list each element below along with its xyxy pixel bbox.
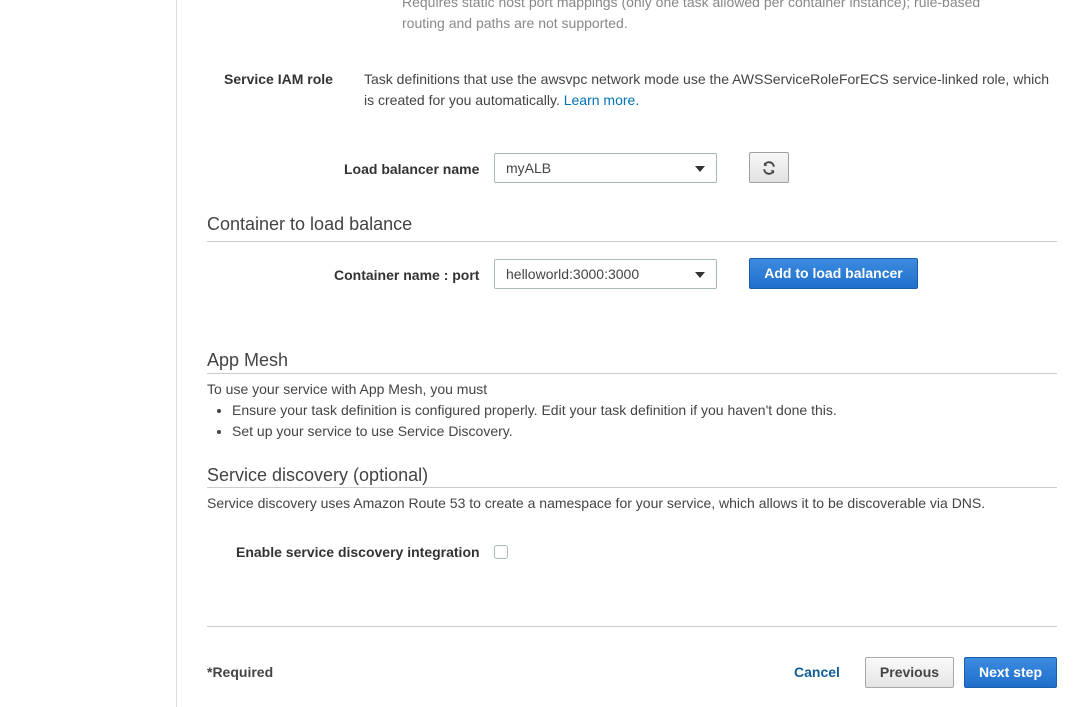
add-to-load-balancer-button[interactable]: Add to load balancer	[749, 258, 918, 289]
refresh-icon	[763, 160, 775, 175]
refresh-button[interactable]	[749, 152, 789, 183]
footer-divider	[207, 626, 1057, 627]
network-mode-note-line1: Requires static host port mappings (only…	[402, 0, 981, 10]
service-discovery-description: Service discovery uses Amazon Route 53 t…	[207, 495, 986, 511]
required-note: *Required	[207, 664, 274, 680]
learn-more-link[interactable]: Learn more.	[564, 92, 639, 108]
load-balancer-select[interactable]: myALB	[494, 153, 717, 183]
service-iam-role-description: Task definitions that use the awsvpc net…	[364, 69, 1054, 111]
app-mesh-requirement-item: Ensure your task definition is configure…	[232, 400, 837, 421]
cancel-button[interactable]: Cancel	[794, 664, 840, 680]
app-mesh-divider	[207, 373, 1057, 374]
service-iam-role-label: Service IAM role	[224, 71, 333, 87]
enable-service-discovery-label: Enable service discovery integration	[236, 544, 480, 560]
load-balancer-name-label: Load balancer name	[344, 161, 480, 177]
service-discovery-divider	[207, 487, 1057, 488]
service-discovery-title: Service discovery (optional)	[207, 465, 429, 485]
container-selected-value: helloworld:3000:3000	[506, 266, 640, 282]
next-step-button[interactable]: Next step	[964, 657, 1057, 688]
container-name-port-select[interactable]: helloworld:3000:3000	[494, 259, 717, 289]
left-sidebar	[0, 0, 177, 707]
chevron-down-icon	[695, 272, 705, 278]
network-mode-note: Requires static host port mappings (only…	[402, 0, 1042, 34]
app-mesh-requirement-item: Set up your service to use Service Disco…	[232, 421, 837, 442]
app-mesh-requirements: Ensure your task definition is configure…	[207, 400, 837, 442]
load-balancer-selected-value: myALB	[506, 160, 552, 176]
service-iam-role-text: Task definitions that use the awsvpc net…	[364, 71, 1050, 108]
previous-button[interactable]: Previous	[865, 657, 954, 688]
app-mesh-intro: To use your service with App Mesh, you m…	[207, 381, 488, 397]
enable-service-discovery-checkbox[interactable]	[494, 545, 508, 559]
container-section-title: Container to load balance	[207, 214, 413, 234]
container-name-port-label: Container name : port	[334, 267, 480, 283]
network-mode-note-line2: routing and paths are not supported.	[402, 15, 628, 31]
app-mesh-title: App Mesh	[207, 350, 289, 370]
chevron-down-icon	[695, 166, 705, 172]
container-section-divider	[207, 241, 1057, 242]
